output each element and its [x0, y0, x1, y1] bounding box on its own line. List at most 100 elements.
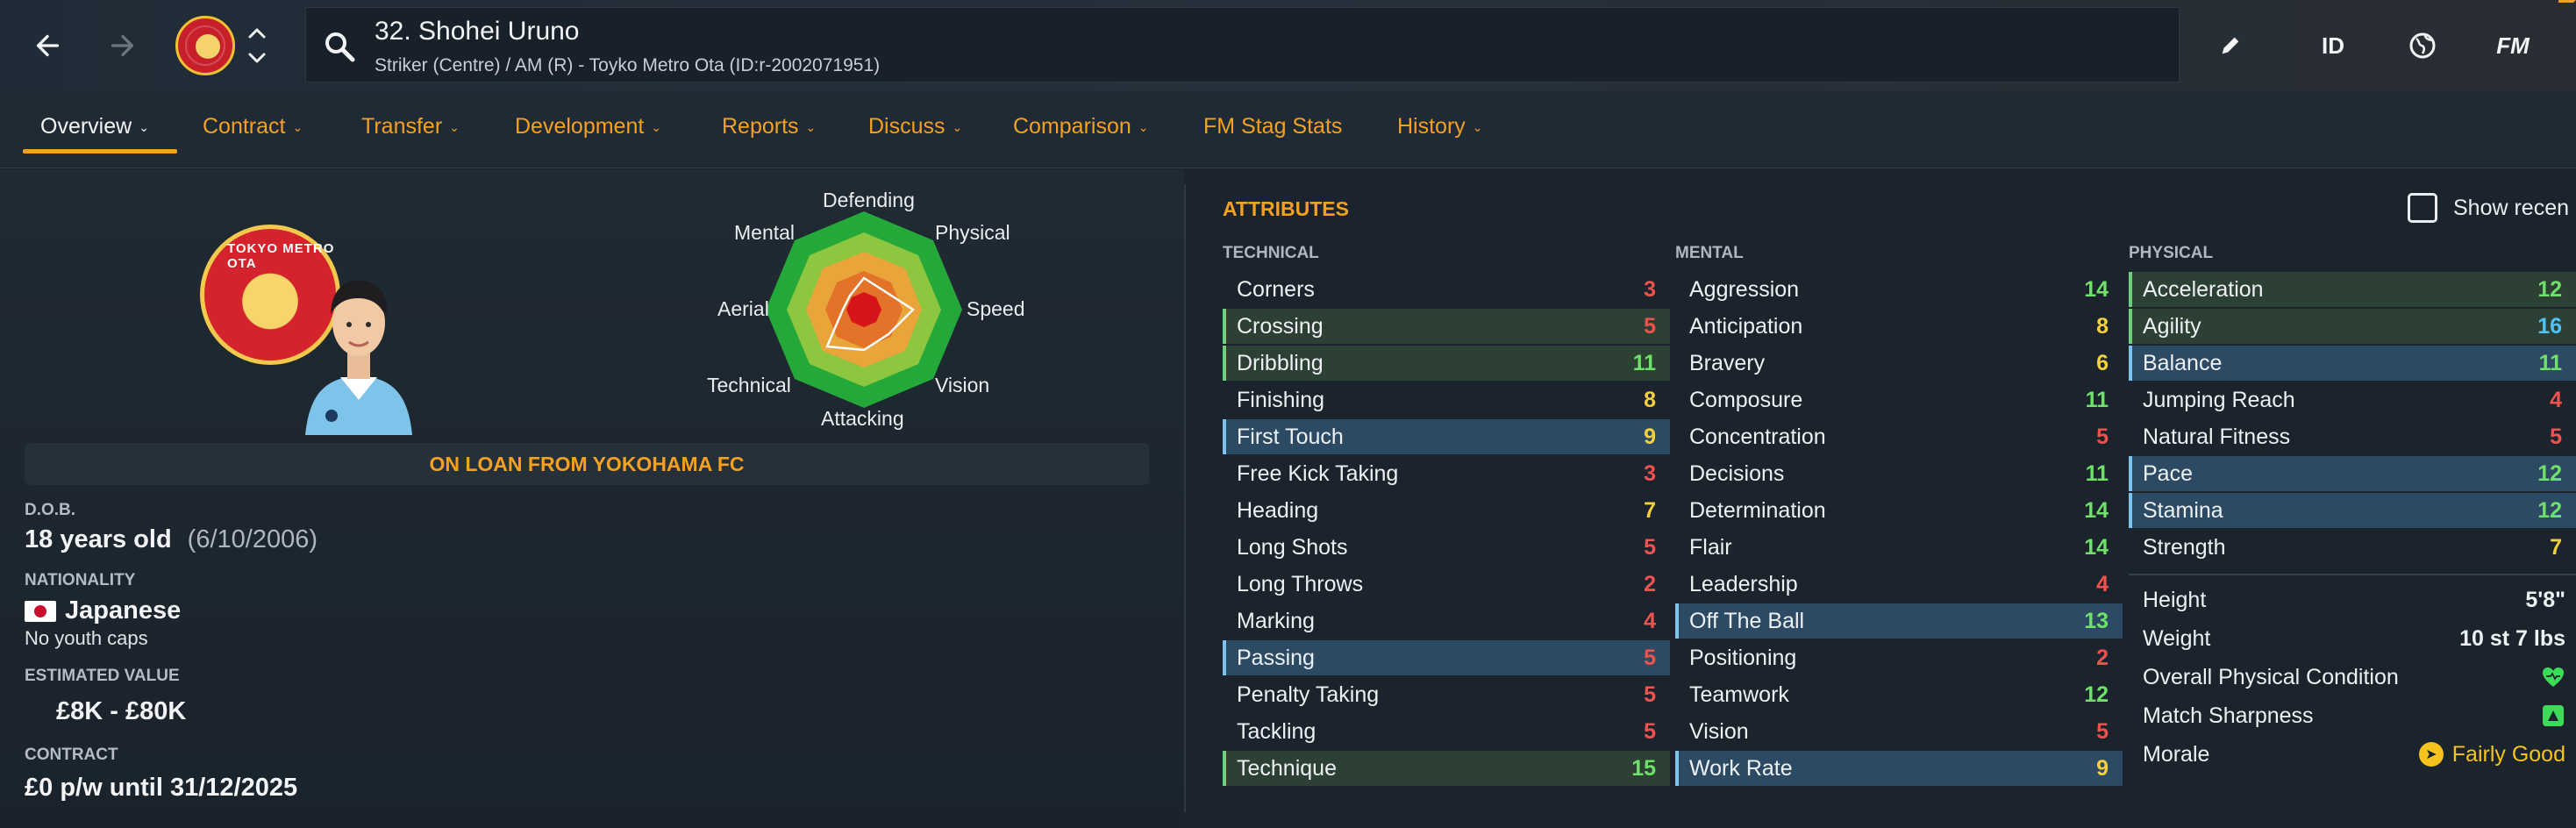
tab-overview[interactable]: Overview ⌄ — [40, 114, 149, 139]
show-recent-checkbox[interactable] — [2408, 193, 2437, 223]
forward-button[interactable] — [96, 19, 149, 72]
tab-discuss[interactable]: Discuss ⌄ — [868, 114, 962, 139]
tab-transfer[interactable]: Transfer ⌄ — [361, 114, 460, 139]
badge-mascot — [196, 34, 220, 59]
attribute-value: 4 — [2096, 571, 2109, 596]
radar-label-vision: Vision — [935, 374, 990, 396]
attribute-name: Off The Ball — [1689, 608, 1805, 633]
attribute-value: 12 — [2537, 497, 2562, 523]
tab-comparison[interactable]: Comparison ⌄ — [1013, 114, 1149, 139]
attribute-row[interactable]: Determination 14 — [1675, 493, 2123, 528]
tab-reports[interactable]: Reports ⌄ — [722, 114, 816, 139]
tab-label: Comparison — [1013, 114, 1131, 139]
tab-development[interactable]: Development ⌄ — [515, 114, 661, 139]
sharpness-value — [2541, 703, 2565, 728]
attribute-row[interactable]: Aggression 14 — [1675, 272, 2123, 307]
attribute-row[interactable]: Corners 3 — [1223, 272, 1670, 307]
attribute-row[interactable]: Penalty Taking 5 — [1223, 677, 1670, 712]
attribute-row[interactable]: Pace 12 — [2129, 456, 2576, 491]
chevron-down-icon: ⌄ — [139, 120, 149, 134]
attribute-row[interactable]: Work Rate 9 — [1675, 751, 2123, 786]
fm-button[interactable]: FM — [2482, 25, 2544, 67]
attribute-row[interactable]: Tackling 5 — [1223, 714, 1670, 749]
back-button[interactable] — [21, 19, 74, 72]
attribute-row[interactable]: Passing 5 — [1223, 640, 1670, 675]
attribute-row[interactable]: Crossing 5 — [1223, 309, 1670, 344]
chevron-down-icon: ⌄ — [292, 120, 303, 134]
attribute-row[interactable]: Anticipation 8 — [1675, 309, 2123, 344]
player-search-box[interactable]: 32. Shohei Uruno Striker (Centre) / AM (… — [305, 7, 2180, 82]
contract-label: CONTRACT — [25, 746, 118, 764]
loan-banner[interactable]: ON LOAN FROM YOKOHAMA FC — [25, 443, 1149, 485]
globe-button[interactable] — [2403, 25, 2442, 67]
attribute-row[interactable]: Agility 16 — [2129, 309, 2576, 344]
attribute-row[interactable]: Stamina 12 — [2129, 493, 2576, 528]
condition-value — [2541, 665, 2565, 689]
attribute-name: Concentration — [1689, 424, 1826, 449]
attribute-value: 12 — [2537, 460, 2562, 486]
attribute-row[interactable]: Decisions 11 — [1675, 456, 2123, 491]
player-switcher[interactable] — [246, 23, 268, 68]
tab-history[interactable]: History ⌄ — [1397, 114, 1483, 139]
attribute-name: Corners — [1237, 276, 1315, 302]
tab-label: Transfer — [361, 114, 443, 139]
club-badge[interactable] — [175, 16, 235, 75]
attribute-row[interactable]: Composure 11 — [1675, 382, 2123, 418]
height-label: Height — [2143, 587, 2207, 612]
attribute-row[interactable]: Finishing 8 — [1223, 382, 1670, 418]
attribute-row[interactable]: Jumping Reach 4 — [2129, 382, 2576, 418]
tab-label: Overview — [40, 114, 132, 139]
attribute-row[interactable]: Off The Ball 13 — [1675, 603, 2123, 639]
id-button[interactable]: ID — [2316, 25, 2351, 67]
attribute-row[interactable]: Vision 5 — [1675, 714, 2123, 749]
japan-flag-icon — [25, 601, 56, 623]
attribute-row[interactable]: Flair 14 — [1675, 530, 2123, 565]
attribute-row[interactable]: Concentration 5 — [1675, 419, 2123, 454]
tab-bar: Overview ⌄ Contract ⌄ Transfer ⌄ Developmen… — [0, 91, 2576, 168]
tab-label: FM Stag Stats — [1203, 114, 1343, 139]
attribute-row[interactable]: Long Shots 5 — [1223, 530, 1670, 565]
arrow-left-icon — [36, 34, 60, 57]
attribute-row[interactable]: Dribbling 11 — [1223, 346, 1670, 381]
attribute-row[interactable]: First Touch 9 — [1223, 419, 1670, 454]
radar-label-technical: Technical — [707, 374, 791, 396]
morale-label: Morale — [2143, 741, 2210, 767]
morale-row: Morale ➤ Fairly Good — [2129, 737, 2576, 772]
attribute-value: 4 — [1644, 608, 1656, 633]
attribute-name: Crossing — [1237, 313, 1324, 339]
nationality-value[interactable]: Japanese — [25, 596, 181, 625]
attribute-name: Long Shots — [1237, 534, 1348, 560]
attribute-name: First Touch — [1237, 424, 1344, 449]
attribute-row[interactable]: Heading 7 — [1223, 493, 1670, 528]
tab-contract[interactable]: Contract ⌄ — [203, 114, 303, 139]
attribute-row[interactable]: Bravery 6 — [1675, 346, 2123, 381]
attribute-row[interactable]: Marking 4 — [1223, 603, 1670, 639]
attribute-row[interactable]: Strength 7 — [2129, 530, 2576, 565]
chevron-down-icon: ⌄ — [651, 120, 662, 134]
show-recent-toggle[interactable]: Show recen — [2408, 193, 2569, 223]
attribute-name: Positioning — [1689, 645, 1797, 670]
attribute-row[interactable]: Positioning 2 — [1675, 640, 2123, 675]
attribute-row[interactable]: Teamwork 12 — [1675, 677, 2123, 712]
attribute-name: Composure — [1689, 387, 1803, 412]
morale-arrow-icon: ➤ — [2418, 742, 2444, 767]
attribute-row[interactable]: Acceleration 12 — [2129, 272, 2576, 307]
player-portrait: TOKYO METRO OTA — [200, 225, 412, 435]
attribute-value: 9 — [2096, 755, 2109, 781]
attribute-name: Long Throws — [1237, 571, 1364, 596]
attribute-value: 3 — [1644, 460, 1656, 486]
attribute-row[interactable]: Technique 15 — [1223, 751, 1670, 786]
attribute-row[interactable]: Free Kick Taking 3 — [1223, 456, 1670, 491]
tab-fm-stag-stats[interactable]: FM Stag Stats — [1203, 114, 1342, 139]
edit-button[interactable] — [2212, 25, 2249, 67]
chevron-down-icon: ⌄ — [1472, 120, 1483, 134]
attribute-name: Finishing — [1237, 387, 1325, 412]
attribute-row[interactable]: Balance 11 — [2129, 346, 2576, 381]
attribute-name: Tackling — [1237, 718, 1317, 744]
attribute-row[interactable]: Leadership 4 — [1675, 567, 2123, 602]
attribute-row[interactable]: Long Throws 2 — [1223, 567, 1670, 602]
chevron-down-icon: ⌄ — [952, 120, 963, 134]
morale-value[interactable]: ➤ Fairly Good — [2418, 742, 2565, 767]
attribute-row[interactable]: Natural Fitness 5 — [2129, 419, 2576, 454]
attribute-value: 7 — [1644, 497, 1656, 523]
